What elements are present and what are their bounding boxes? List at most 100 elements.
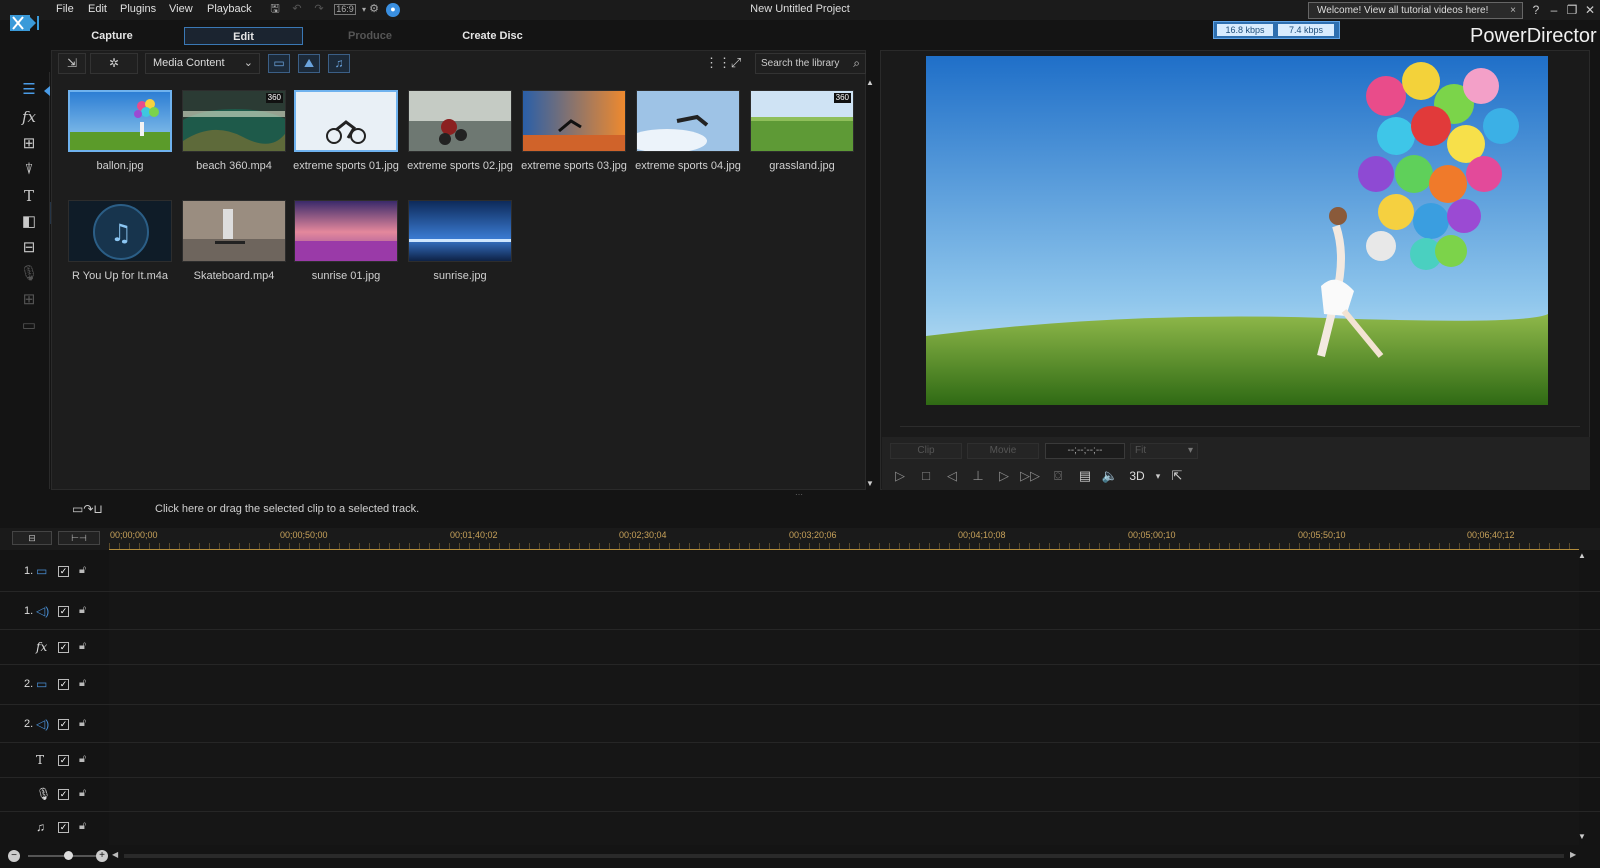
track-audio-2[interactable]: 2. ◁) ✓ 🔓︎: [0, 705, 1600, 743]
filter-image-icon[interactable]: ⛰: [298, 54, 320, 73]
step-icon[interactable]: ⊥: [968, 467, 988, 485]
tab-create-disc[interactable]: Create Disc: [450, 27, 535, 45]
filter-audio-icon[interactable]: ♫: [328, 54, 350, 73]
lock-icon[interactable]: 🔓︎: [79, 677, 86, 690]
track-enable-checkbox[interactable]: ✓: [58, 719, 69, 730]
search-icon[interactable]: ⌕: [853, 54, 860, 73]
stop-icon[interactable]: □: [916, 467, 936, 485]
media-item[interactable]: sunrise.jpg: [408, 200, 512, 290]
tab-produce[interactable]: Produce: [330, 27, 410, 45]
media-item[interactable]: extreme sports 03.jpg: [521, 90, 627, 180]
lock-icon[interactable]: 🔓︎: [79, 753, 86, 766]
zoom-slider[interactable]: [28, 855, 96, 857]
track-lane[interactable]: [109, 812, 1579, 845]
media-item[interactable]: 360 grassland.jpg: [750, 90, 854, 180]
timeline-ruler[interactable]: [109, 543, 1579, 550]
audio-mix-room-icon[interactable]: ⊟: [18, 238, 40, 258]
track-video-1[interactable]: 1. ▭ ✓ 🔓︎: [0, 551, 1600, 592]
lock-icon[interactable]: 🔓︎: [79, 717, 86, 730]
scroll-down-icon[interactable]: ▼: [866, 479, 874, 488]
track-video-2[interactable]: 2. ▭ ✓ 🔓︎: [0, 665, 1600, 705]
track-enable-checkbox[interactable]: ✓: [58, 642, 69, 653]
snapshot-icon[interactable]: ⌼: [1048, 467, 1068, 485]
volume-icon[interactable]: 🔈: [1100, 467, 1120, 485]
fit-timeline-icon[interactable]: ⊢⊣: [58, 531, 100, 545]
insert-track-icon[interactable]: ▭↷⊔: [72, 502, 103, 516]
pip-room-icon[interactable]: ⊞: [18, 134, 40, 154]
media-item[interactable]: Skateboard.mp4: [182, 200, 286, 290]
horizontal-scrollbar[interactable]: [124, 854, 1564, 858]
voiceover-room-icon[interactable]: 🎙: [18, 264, 40, 284]
window-close-icon[interactable]: ✕: [1582, 2, 1598, 18]
track-lane[interactable]: [109, 743, 1579, 777]
media-item[interactable]: extreme sports 01.jpg: [293, 90, 399, 180]
fast-forward-icon[interactable]: ▷▷: [1020, 467, 1040, 485]
media-item[interactable]: extreme sports 04.jpg: [635, 90, 741, 180]
movie-mode-button[interactable]: Movie: [967, 443, 1039, 459]
preview-seekbar[interactable]: [900, 426, 1580, 427]
welcome-banner[interactable]: Welcome! View all tutorial videos here! …: [1308, 2, 1523, 19]
track-voice[interactable]: 🎙︎ ✓ 🔓︎: [0, 778, 1600, 812]
track-enable-checkbox[interactable]: ✓: [58, 606, 69, 617]
expand-icon[interactable]: ⤢: [728, 55, 744, 71]
lock-icon[interactable]: 🔓︎: [79, 787, 86, 800]
timecode-display[interactable]: --;--;--;--: [1045, 443, 1125, 459]
scroll-up-icon[interactable]: ▲: [866, 78, 874, 87]
tab-edit[interactable]: Edit: [184, 27, 303, 45]
lock-icon[interactable]: 🔓︎: [79, 604, 86, 617]
zoom-slider-handle[interactable]: [64, 851, 73, 860]
lock-icon[interactable]: 🔓︎: [79, 564, 86, 577]
previous-frame-icon[interactable]: ◁: [942, 467, 962, 485]
track-enable-checkbox[interactable]: ✓: [58, 789, 69, 800]
clip-mode-button[interactable]: Clip: [890, 443, 962, 459]
media-item[interactable]: sunrise 01.jpg: [294, 200, 398, 290]
welcome-text[interactable]: Welcome! View all tutorial videos here!: [1317, 5, 1488, 16]
scroll-down-icon[interactable]: ▼: [1578, 832, 1586, 841]
timeline-scrollbar[interactable]: ▲ ▼: [1578, 551, 1588, 841]
media-item[interactable]: 360 beach 360.mp4: [182, 90, 286, 180]
transition-room-icon[interactable]: ◧: [18, 212, 40, 232]
track-lane[interactable]: [109, 705, 1579, 742]
plugins-icon[interactable]: ✲: [90, 53, 138, 74]
tab-capture[interactable]: Capture: [72, 27, 152, 45]
zoom-fit-dropdown[interactable]: Fit ▾: [1130, 443, 1198, 459]
track-manager-icon[interactable]: ⊟: [12, 531, 52, 545]
subtitles-icon[interactable]: ▤: [1075, 467, 1095, 485]
track-music[interactable]: ♫ ✓ 🔓︎: [0, 812, 1600, 845]
track-lane[interactable]: [109, 592, 1579, 629]
filter-video-icon[interactable]: ▭: [268, 54, 290, 73]
media-item[interactable]: ♫ R You Up for It.m4a: [68, 200, 172, 290]
zoom-out-icon[interactable]: −: [8, 850, 20, 862]
chapter-room-icon[interactable]: ⊞: [18, 290, 40, 310]
lock-icon[interactable]: 🔓︎: [79, 640, 86, 653]
track-lane[interactable]: [109, 778, 1579, 811]
media-room-icon[interactable]: ☰: [18, 80, 40, 100]
track-lane[interactable]: [109, 630, 1579, 664]
library-scrollbar[interactable]: ▲ ▼: [866, 78, 874, 488]
minimize-icon[interactable]: –: [1546, 2, 1562, 18]
track-audio-1[interactable]: 1. ◁) ✓ 🔓︎: [0, 592, 1600, 630]
splitter-handle[interactable]: ⋯: [795, 490, 803, 499]
restore-icon[interactable]: ❐: [1564, 2, 1580, 18]
3d-chevron-icon[interactable]: ▾: [1148, 467, 1168, 485]
track-enable-checkbox[interactable]: ✓: [58, 822, 69, 833]
3d-mode-button[interactable]: 3D: [1125, 467, 1149, 485]
help-icon[interactable]: ?: [1528, 2, 1544, 18]
close-icon[interactable]: ×: [1510, 3, 1516, 18]
timeline-hint[interactable]: Click here or drag the selected clip to …: [155, 503, 419, 515]
track-lane[interactable]: [109, 665, 1579, 704]
track-enable-checkbox[interactable]: ✓: [58, 679, 69, 690]
subtitle-room-icon[interactable]: ▭: [18, 316, 40, 336]
track-enable-checkbox[interactable]: ✓: [58, 755, 69, 766]
scroll-left-icon[interactable]: ◀: [112, 850, 118, 859]
zoom-in-icon[interactable]: +: [96, 850, 108, 862]
media-item[interactable]: ballon.jpg: [68, 90, 172, 180]
scroll-right-icon[interactable]: ▶: [1570, 850, 1576, 859]
fx-room-icon[interactable]: fx: [18, 107, 40, 127]
content-type-dropdown[interactable]: Media Content ⌄: [145, 53, 260, 74]
track-title[interactable]: T ✓ 🔓︎: [0, 743, 1600, 778]
grid-view-icon[interactable]: ⋮⋮: [705, 55, 731, 71]
title-room-icon[interactable]: T: [18, 186, 40, 206]
undock-icon[interactable]: ⇱: [1167, 467, 1187, 485]
play-icon[interactable]: ▷: [890, 467, 910, 485]
